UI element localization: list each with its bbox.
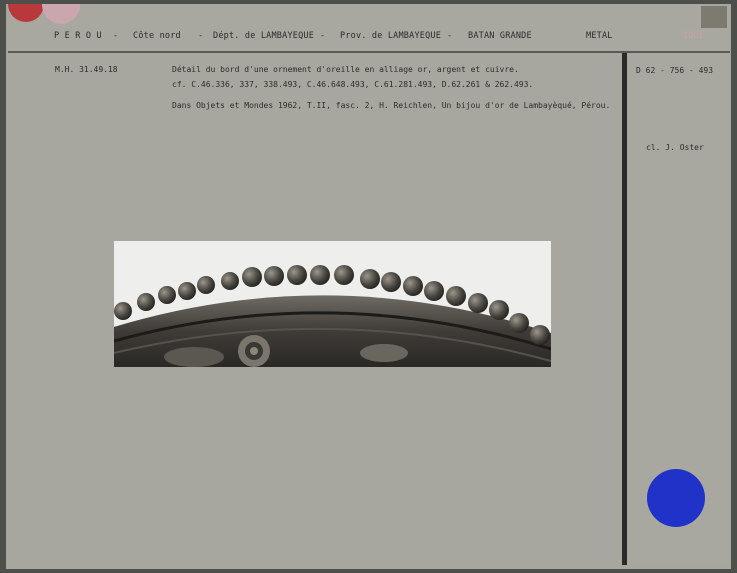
header-separator: - [447, 31, 453, 41]
inventory-number: M.H. 31.49.18 [55, 65, 118, 74]
photo-number: D 62 - 756 - 493 [636, 66, 714, 75]
header-province: Prov. de LAMBAYEQUE [340, 31, 442, 41]
header-separator: - [320, 31, 326, 41]
corner-tab [701, 6, 727, 28]
header-separator: - [113, 31, 119, 41]
header-material: METAL [586, 31, 613, 41]
header-site: BATAN GRANDE [468, 31, 532, 41]
classification-header: P E R O U - Côte nord - Dépt. de LAMBAYE… [8, 31, 730, 45]
header-department: Dépt. de LAMBAYEQUE [213, 31, 315, 41]
object-description: Détail du bord d'une ornement d'oreille … [172, 65, 519, 74]
header-faded-label: IQUE [683, 31, 705, 41]
bibliography: Dans Objets et Mondes 1962, T.II, fasc. … [172, 101, 611, 110]
ear-ornament-image [114, 241, 551, 367]
header-country: P E R O U [54, 31, 102, 41]
references: cf. C.46.336, 337, 338.493, C.46.648.493… [172, 80, 534, 89]
object-photograph [114, 241, 551, 367]
photographer-credit: cl. J. Oster [646, 143, 704, 152]
header-band [8, 5, 730, 53]
blue-marker-dot [647, 469, 705, 527]
header-region: Côte nord [133, 31, 181, 41]
header-separator: - [198, 31, 204, 41]
